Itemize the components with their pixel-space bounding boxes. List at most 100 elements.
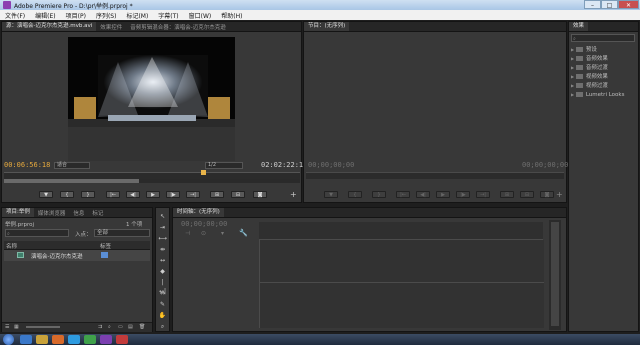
- effects-item-lumetri-looks[interactable]: ▶ Lumetri Looks: [571, 90, 637, 99]
- list-view-icon[interactable]: ☰: [5, 324, 9, 330]
- new-item-icon[interactable]: ▤: [128, 324, 133, 330]
- timeline-vertical-scrollbar[interactable]: [549, 220, 561, 330]
- linked-selection-icon[interactable]: ⊙: [201, 230, 206, 237]
- taskbar-premiere-icon[interactable]: [100, 335, 112, 344]
- taskbar-app2-icon[interactable]: [116, 335, 128, 344]
- source-playhead[interactable]: [201, 170, 206, 175]
- export-frame-button[interactable]: ◙: [253, 191, 267, 198]
- add-button-icon[interactable]: +: [290, 190, 297, 199]
- column-name[interactable]: 名称: [6, 242, 17, 250]
- taskbar-ie-icon[interactable]: [20, 335, 32, 344]
- automate-icon[interactable]: ⇉: [98, 324, 102, 330]
- selection-tool-icon[interactable]: ↖: [158, 212, 167, 221]
- tab-project[interactable]: 项目:举例: [2, 208, 34, 217]
- program-add-marker-button[interactable]: ▼: [324, 191, 338, 198]
- program-go-to-in-button[interactable]: |←: [396, 191, 410, 198]
- tab-effects[interactable]: 效果: [569, 22, 589, 31]
- program-add-button-icon[interactable]: +: [556, 190, 563, 199]
- lift-button[interactable]: ⊞: [500, 191, 514, 198]
- taskbar-media-icon[interactable]: [52, 335, 64, 344]
- menu-project[interactable]: 项目(P): [61, 11, 91, 20]
- insert-button[interactable]: ⊞: [210, 191, 224, 198]
- video-frame[interactable]: [68, 37, 235, 161]
- wrench-icon[interactable]: 🔧: [239, 229, 248, 237]
- column-label[interactable]: 标签: [100, 242, 111, 250]
- maximize-button[interactable]: □: [601, 0, 618, 9]
- step-forward-button[interactable]: |▶: [166, 191, 180, 198]
- delete-icon[interactable]: 🗑: [139, 324, 145, 330]
- in-point-dropdown[interactable]: 全部: [94, 229, 150, 237]
- program-step-back-button[interactable]: ◀|: [416, 191, 430, 198]
- tab-program[interactable]: 节目：(无序列): [304, 22, 350, 31]
- snap-icon[interactable]: ⊣: [185, 230, 190, 237]
- mark-out-button[interactable]: }: [81, 191, 95, 198]
- ripple-edit-tool-icon[interactable]: ⟷: [158, 234, 167, 243]
- start-button-icon[interactable]: [3, 334, 14, 345]
- menu-marker[interactable]: 标记(M): [121, 11, 153, 20]
- taskbar-app-icon[interactable]: [84, 335, 96, 344]
- effects-item-video-effects[interactable]: ▶ 视频效果: [571, 72, 637, 81]
- effects-item-video-transitions[interactable]: ▶ 视频过渡: [571, 81, 637, 90]
- hand-tool-icon[interactable]: ✋: [158, 311, 167, 320]
- program-play-button[interactable]: ▶: [436, 191, 450, 198]
- tab-audio-clip-mixer[interactable]: 音频剪辑混合器：演唱会-迈克尔杰克逊: [126, 23, 229, 31]
- menu-sequence[interactable]: 序列(S): [91, 11, 122, 20]
- razor-tool-icon[interactable]: ◆: [158, 267, 167, 276]
- source-zoom-bar[interactable]: [4, 179, 300, 183]
- tab-info[interactable]: 信息: [69, 209, 88, 217]
- resolution-dropdown[interactable]: 1/2: [205, 162, 243, 169]
- program-time-ruler[interactable]: [306, 172, 564, 179]
- minimize-button[interactable]: –: [584, 0, 601, 9]
- close-button[interactable]: ✕: [618, 0, 639, 9]
- zoom-tool-icon[interactable]: ⌕: [158, 322, 167, 331]
- track-select-tool-icon[interactable]: ⇥: [158, 223, 167, 232]
- program-mark-out-button[interactable]: }: [372, 191, 386, 198]
- source-timecode-current[interactable]: 00:06:56:18: [4, 161, 50, 169]
- zoom-slider[interactable]: [26, 326, 60, 328]
- effects-item-presets[interactable]: ▶ 预设: [571, 45, 637, 54]
- tab-timeline[interactable]: 时间轴：(无序列): [173, 208, 224, 217]
- project-search-input[interactable]: ⌕: [5, 229, 69, 237]
- taskbar-qq-icon[interactable]: [68, 335, 80, 344]
- effects-search-input[interactable]: ⌕: [571, 34, 635, 42]
- step-back-button[interactable]: ◀|: [126, 191, 140, 198]
- project-list-item[interactable]: 演唱会-迈克尔杰克逊: [4, 250, 150, 261]
- program-step-forward-button[interactable]: |▶: [456, 191, 470, 198]
- tab-effect-controls[interactable]: 效果控件: [96, 23, 126, 31]
- menu-help[interactable]: 帮助(H): [216, 11, 247, 20]
- menu-window[interactable]: 窗口(W): [184, 11, 217, 20]
- slide-tool-icon[interactable]: ⇔: [158, 289, 167, 298]
- timeline-ruler[interactable]: [259, 222, 543, 240]
- menu-edit[interactable]: 编辑(E): [30, 11, 60, 20]
- effects-item-audio-transitions[interactable]: ▶ 音频过渡: [571, 63, 637, 72]
- source-time-ruler[interactable]: [4, 172, 300, 179]
- add-marker-icon[interactable]: ▾: [221, 230, 224, 237]
- rolling-edit-tool-icon[interactable]: ⇹: [158, 245, 167, 254]
- slip-tool-icon[interactable]: |↔|: [158, 278, 167, 295]
- go-to-in-button[interactable]: |←: [106, 191, 120, 198]
- program-timecode-current[interactable]: 00;00;00;00: [308, 161, 354, 169]
- menu-title[interactable]: 字幕(T): [153, 11, 183, 20]
- add-marker-button[interactable]: ▼: [39, 191, 53, 198]
- mark-in-button[interactable]: {: [60, 191, 74, 198]
- tab-source[interactable]: 源：演唱会-迈克尔杰克逊.mvb.avi: [2, 22, 97, 31]
- go-to-out-button[interactable]: →|: [186, 191, 200, 198]
- program-export-frame-button[interactable]: ◙: [540, 191, 554, 198]
- icon-view-icon[interactable]: ▦: [14, 324, 19, 330]
- program-mark-in-button[interactable]: {: [348, 191, 362, 198]
- play-button[interactable]: ▶: [146, 191, 160, 198]
- timeline-scroll-thumb[interactable]: [551, 222, 559, 326]
- timeline-timecode[interactable]: 00;00;00;00: [181, 220, 227, 228]
- overwrite-button[interactable]: ⊟: [231, 191, 245, 198]
- fit-dropdown[interactable]: 适合: [54, 162, 90, 169]
- pen-tool-icon[interactable]: ✎: [158, 300, 167, 309]
- tab-media-browser[interactable]: 媒体浏览器: [34, 209, 70, 217]
- menu-file[interactable]: 文件(F): [0, 11, 30, 20]
- find-icon[interactable]: ⌕: [108, 324, 111, 330]
- program-go-to-out-button[interactable]: →|: [476, 191, 490, 198]
- tab-markers[interactable]: 标记: [88, 209, 107, 217]
- effects-item-audio-effects[interactable]: ▶ 音频效果: [571, 54, 637, 63]
- zoom-bar-handle[interactable]: [4, 179, 139, 183]
- taskbar-explorer-icon[interactable]: [36, 335, 48, 344]
- rate-stretch-tool-icon[interactable]: ↔: [158, 256, 167, 265]
